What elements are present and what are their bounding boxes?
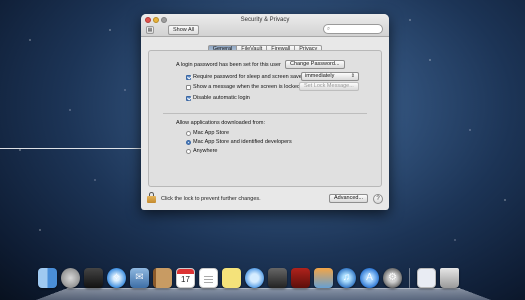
allow-option-label: Mac App Store — [193, 130, 230, 136]
photo-booth-icon[interactable] — [291, 268, 310, 288]
trash-icon[interactable] — [440, 268, 459, 288]
disable-auto-login-row[interactable]: Disable automatic login — [186, 95, 250, 101]
allow-option-label: Mac App Store and identified developers — [193, 139, 292, 145]
allow-option-radio[interactable] — [186, 148, 191, 154]
show-message-row[interactable]: Show a message when the screen is locked — [186, 84, 300, 90]
help-button[interactable]: ? — [373, 194, 383, 204]
documents-icon[interactable] — [417, 268, 436, 288]
login-password-text: A login password has been set for this u… — [176, 62, 281, 68]
disable-auto-login-checkbox[interactable] — [186, 95, 191, 101]
search-icon: ⌕ — [327, 26, 331, 32]
iphoto-icon[interactable] — [314, 268, 333, 288]
title-bar[interactable]: Security & Privacy ▦ Show All ⌕ — [141, 14, 389, 37]
messages-icon[interactable] — [245, 268, 264, 288]
require-password-delay-select[interactable]: immediately ⇕ — [301, 72, 359, 81]
calendar-day: 17 — [181, 275, 190, 284]
advanced-button[interactable]: Advanced... — [329, 194, 369, 203]
change-password-button[interactable]: Change Password... — [285, 60, 345, 69]
chevron-updown-icon: ⇕ — [350, 73, 355, 79]
allow-option-label: Anywhere — [193, 148, 218, 154]
facetime-icon[interactable] — [268, 268, 287, 288]
allow-option-anywhere[interactable]: Anywhere — [186, 148, 217, 154]
app-store-icon[interactable]: A — [360, 268, 379, 288]
allow-option-mac-app-store[interactable]: Mac App Store — [186, 130, 229, 136]
disable-auto-login-label: Disable automatic login — [193, 95, 250, 101]
window-title: Security & Privacy — [240, 17, 290, 23]
launchpad-icon[interactable] — [61, 268, 80, 288]
require-password-row[interactable]: Require password for sleep and screen sa… — [186, 74, 304, 80]
grid-view-icon[interactable]: ▦ — [146, 26, 154, 34]
contacts-icon[interactable] — [153, 268, 172, 288]
require-password-label: Require password for sleep and screen sa… — [193, 74, 304, 80]
require-password-checkbox[interactable] — [186, 74, 191, 80]
lock-icon[interactable] — [147, 192, 156, 203]
dock: ✧ ✉ 17 ♫ A ⚙ — [38, 268, 459, 288]
mission-control-icon[interactable] — [84, 268, 103, 288]
system-preferences-icon[interactable]: ⚙ — [383, 268, 402, 288]
reminders-icon[interactable] — [199, 268, 218, 288]
set-lock-message-button[interactable]: Set Lock Message... — [299, 82, 359, 91]
search-input[interactable]: ⌕ — [323, 24, 383, 34]
general-panel: A login password has been set for this u… — [148, 50, 382, 187]
lock-status-text: Click the lock to prevent further change… — [161, 196, 261, 202]
show-message-label: Show a message when the screen is locked — [193, 84, 301, 90]
allow-option-identified-developers[interactable]: Mac App Store and identified developers — [186, 139, 292, 145]
mail-icon[interactable]: ✉ — [130, 268, 149, 288]
calendar-icon[interactable]: 17 — [176, 268, 195, 288]
wallpaper-streak — [0, 148, 150, 149]
section-divider — [163, 113, 367, 114]
allow-option-radio[interactable] — [186, 139, 191, 145]
window-footer: Click the lock to prevent further change… — [141, 187, 389, 210]
show-message-checkbox[interactable] — [186, 84, 191, 90]
safari-icon[interactable]: ✧ — [107, 268, 126, 288]
security-privacy-window: Security & Privacy ▦ Show All ⌕ General … — [141, 14, 389, 210]
notes-icon[interactable] — [222, 268, 241, 288]
dock-separator — [409, 268, 410, 288]
finder-icon[interactable] — [38, 268, 57, 288]
require-password-delay-value: immediately — [305, 73, 335, 79]
dock-shelf — [36, 288, 491, 300]
allow-option-radio[interactable] — [186, 130, 191, 136]
itunes-icon[interactable]: ♫ — [337, 268, 356, 288]
allow-apps-title: Allow applications downloaded from: — [176, 120, 265, 126]
show-all-button[interactable]: Show All — [168, 25, 200, 35]
